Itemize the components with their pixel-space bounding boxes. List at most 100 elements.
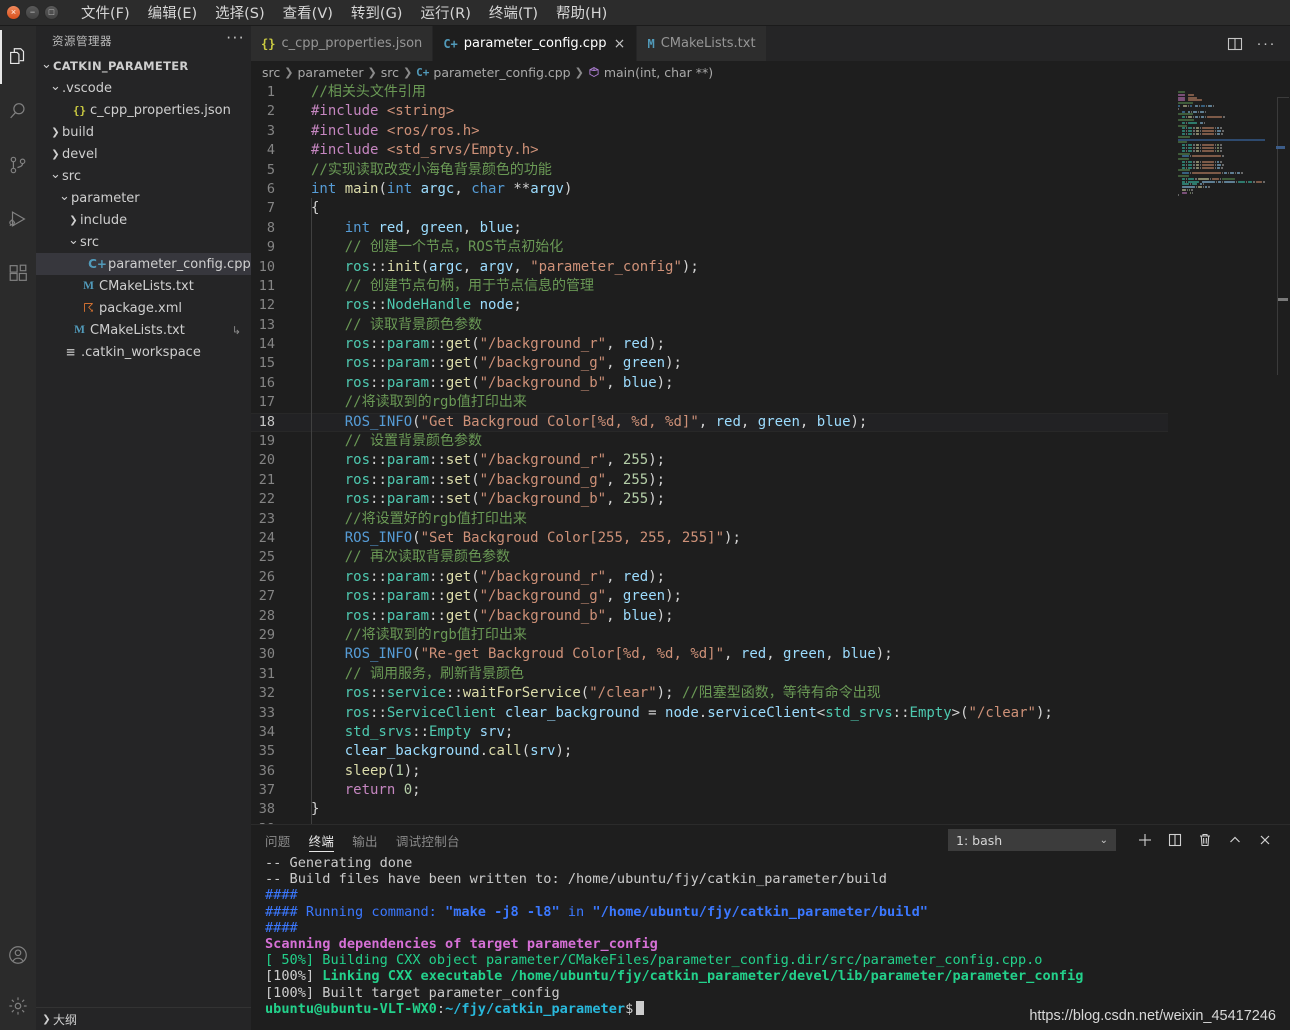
code-line[interactable]: 29 //将读取到的rgb值打印出来: [251, 626, 1168, 645]
code-line[interactable]: 23 //将设置好的rgb值打印出来: [251, 510, 1168, 529]
tree-row[interactable]: ⌄ CATKIN_PARAMETER: [36, 55, 251, 77]
editor-tab[interactable]: C+ parameter_config.cpp ×: [433, 26, 638, 61]
menu-edit[interactable]: 编辑(E): [139, 0, 206, 25]
activity-source-control[interactable]: [0, 138, 36, 192]
code-line[interactable]: 22 ros::param::set("/background_b", 255)…: [251, 490, 1168, 509]
menu-terminal[interactable]: 终端(T): [480, 0, 547, 25]
code-line[interactable]: 19 // 设置背景颜色参数: [251, 432, 1168, 451]
tree-row[interactable]: M CMakeLists.txt ↳: [36, 319, 251, 341]
tree-row[interactable]: ❯ devel: [36, 143, 251, 165]
code-line[interactable]: 36 sleep(1);: [251, 762, 1168, 781]
activity-run-debug[interactable]: [0, 192, 36, 246]
close-window-button[interactable]: ×: [6, 5, 21, 20]
code-editor[interactable]: 1//相关头文件引用 2 #include <string> 3 #include <r…: [251, 83, 1290, 824]
activity-settings[interactable]: [0, 982, 36, 1030]
tree-row-selected[interactable]: C+ parameter_config.cpp: [36, 253, 251, 275]
code-line[interactable]: 34 std_srvs::Empty srv;: [251, 723, 1168, 742]
file-tree[interactable]: ⌄ CATKIN_PARAMETER ⌄ .vscode{} c_cpp_propert…: [36, 55, 251, 1007]
editor-tabs[interactable]: {} c_cpp_properties.json C+ parameter_confi…: [251, 26, 1213, 61]
tree-row[interactable]: ⌄ src: [36, 165, 251, 187]
menu-help[interactable]: 帮助(H): [547, 0, 616, 25]
split-editor-icon[interactable]: [1227, 36, 1243, 52]
menu-file[interactable]: 文件(F): [72, 0, 139, 25]
breadcrumb-item[interactable]: C+ parameter_config.cpp: [416, 65, 570, 80]
close-tab-icon[interactable]: ×: [612, 36, 626, 52]
menu-go[interactable]: 转到(G): [342, 0, 412, 25]
code-line[interactable]: 17 //将读取到的rgb值打印出来: [251, 393, 1168, 412]
code-line[interactable]: 21 ros::param::set("/background_g", 255)…: [251, 471, 1168, 490]
tree-row[interactable]: ❯ include: [36, 209, 251, 231]
more-actions-icon[interactable]: ···: [1257, 36, 1277, 51]
maximize-window-button[interactable]: □: [44, 5, 59, 20]
code-line[interactable]: 31 // 调用服务，刷新背景颜色: [251, 665, 1168, 684]
code-line[interactable]: 10 ros::init(argc, argv, "parameter_conf…: [251, 258, 1168, 277]
code-line[interactable]: 35 clear_background.call(srv);: [251, 742, 1168, 761]
code-line[interactable]: 16 ros::param::get("/background_b", blue…: [251, 374, 1168, 393]
code-line[interactable]: 30 ROS_INFO("Re-get Backgroud Color[%d, …: [251, 645, 1168, 664]
tree-row[interactable]: M CMakeLists.txt: [36, 275, 251, 297]
tree-row[interactable]: ⌄ .vscode: [36, 77, 251, 99]
editor-scrollbar-slider[interactable]: [1277, 97, 1289, 375]
breadcrumb-item[interactable]: parameter: [297, 65, 363, 80]
tree-row[interactable]: ⌄ parameter: [36, 187, 251, 209]
sidebar-more-actions-icon[interactable]: ···: [226, 30, 245, 49]
activity-explorer[interactable]: [0, 30, 36, 84]
panel-tab-problems[interactable]: 问题: [265, 825, 291, 855]
outline-section-header[interactable]: ❯ 大纲: [36, 1007, 251, 1030]
code-line[interactable]: 13 // 读取背景颜色参数: [251, 316, 1168, 335]
code-line[interactable]: 37 return 0;: [251, 781, 1168, 800]
code-line[interactable]: 28 ros::param::get("/background_b", blue…: [251, 607, 1168, 626]
tree-row[interactable]: {} c_cpp_properties.json: [36, 99, 251, 121]
breadcrumb-item[interactable]: src: [381, 65, 399, 80]
tree-row[interactable]: ☈ package.xml: [36, 297, 251, 319]
new-terminal-icon[interactable]: [1130, 829, 1160, 851]
code-line[interactable]: 7{: [251, 199, 1168, 218]
menu-selection[interactable]: 选择(S): [206, 0, 274, 25]
close-panel-icon[interactable]: [1250, 829, 1280, 851]
editor-tab[interactable]: M CMakeLists.txt: [637, 26, 767, 61]
activity-account[interactable]: [0, 928, 36, 982]
code-line[interactable]: 33 ros::ServiceClient clear_background =…: [251, 704, 1168, 723]
tree-row[interactable]: ❯ build: [36, 121, 251, 143]
code-line[interactable]: 24 ROS_INFO("Set Backgroud Color[255, 25…: [251, 529, 1168, 548]
breadcrumb-item[interactable]: main(int, char **): [588, 65, 713, 80]
code-line[interactable]: 32 ros::service::waitForService("/clear"…: [251, 684, 1168, 703]
terminal-selector[interactable]: 1: bash ⌄: [948, 829, 1116, 851]
code-line[interactable]: 4 #include <std_srvs/Empty.h>: [251, 141, 1168, 160]
code-line[interactable]: 26 ros::param::get("/background_r", red)…: [251, 568, 1168, 587]
code-line[interactable]: 12 ros::NodeHandle node;: [251, 296, 1168, 315]
activity-search[interactable]: [0, 84, 36, 138]
tree-row[interactable]: ⌄ src: [36, 231, 251, 253]
code-line[interactable]: 38}: [251, 800, 1168, 819]
code-line[interactable]: 9 // 创建一个节点，ROS节点初始化: [251, 238, 1168, 257]
code-line[interactable]: 5 //实现读取改变小海龟背景颜色的功能: [251, 161, 1168, 180]
breadcrumb[interactable]: src ❯ parameter ❯ src ❯ C+ parameter_config.cpp…: [251, 61, 1290, 83]
code-line[interactable]: 6 int main(int argc, char **argv): [251, 180, 1168, 199]
code-line[interactable]: 8 int red, green, blue;: [251, 219, 1168, 238]
code-line[interactable]: 27 ros::param::get("/background_g", gree…: [251, 587, 1168, 606]
code-line[interactable]: 3 #include <ros/ros.h>: [251, 122, 1168, 141]
code-line[interactable]: 2 #include <string>: [251, 102, 1168, 121]
code-line[interactable]: 15 ros::param::get("/background_g", gree…: [251, 354, 1168, 373]
panel-tab-output[interactable]: 输出: [352, 825, 378, 855]
panel-tab-debug-console[interactable]: 调试控制台: [396, 825, 460, 855]
kill-terminal-icon[interactable]: [1190, 829, 1220, 851]
code-line[interactable]: 1 //相关头文件引用: [251, 83, 1168, 102]
editor-tab[interactable]: {} c_cpp_properties.json: [251, 26, 434, 61]
maximize-panel-icon[interactable]: [1220, 829, 1250, 851]
code-line[interactable]: 11 // 创建节点句柄，用于节点信息的管理: [251, 277, 1168, 296]
panel-tab-terminal[interactable]: 终端: [308, 825, 335, 855]
tree-row[interactable]: ≡ .catkin_workspace: [36, 341, 251, 363]
code-line[interactable]: 25 // 再次读取背景颜色参数: [251, 548, 1168, 567]
menu-view[interactable]: 查看(V): [274, 0, 342, 25]
minimize-window-button[interactable]: −: [25, 5, 40, 20]
code-line[interactable]: 18 ROS_INFO("Get Backgroud Color[%d, %d,…: [251, 412, 1168, 433]
code-lines[interactable]: 1//相关头文件引用 2 #include <string> 3 #include <r…: [251, 83, 1168, 824]
code-line[interactable]: 14 ros::param::get("/background_r", red)…: [251, 335, 1168, 354]
menu-run[interactable]: 运行(R): [411, 0, 479, 25]
panel-tabs[interactable]: 问题 终端 输出 调试控制台: [265, 825, 460, 855]
split-terminal-icon[interactable]: [1160, 829, 1190, 851]
overview-ruler[interactable]: [1276, 83, 1290, 824]
breadcrumb-item[interactable]: src: [262, 65, 280, 80]
activity-extensions[interactable]: [0, 246, 36, 300]
